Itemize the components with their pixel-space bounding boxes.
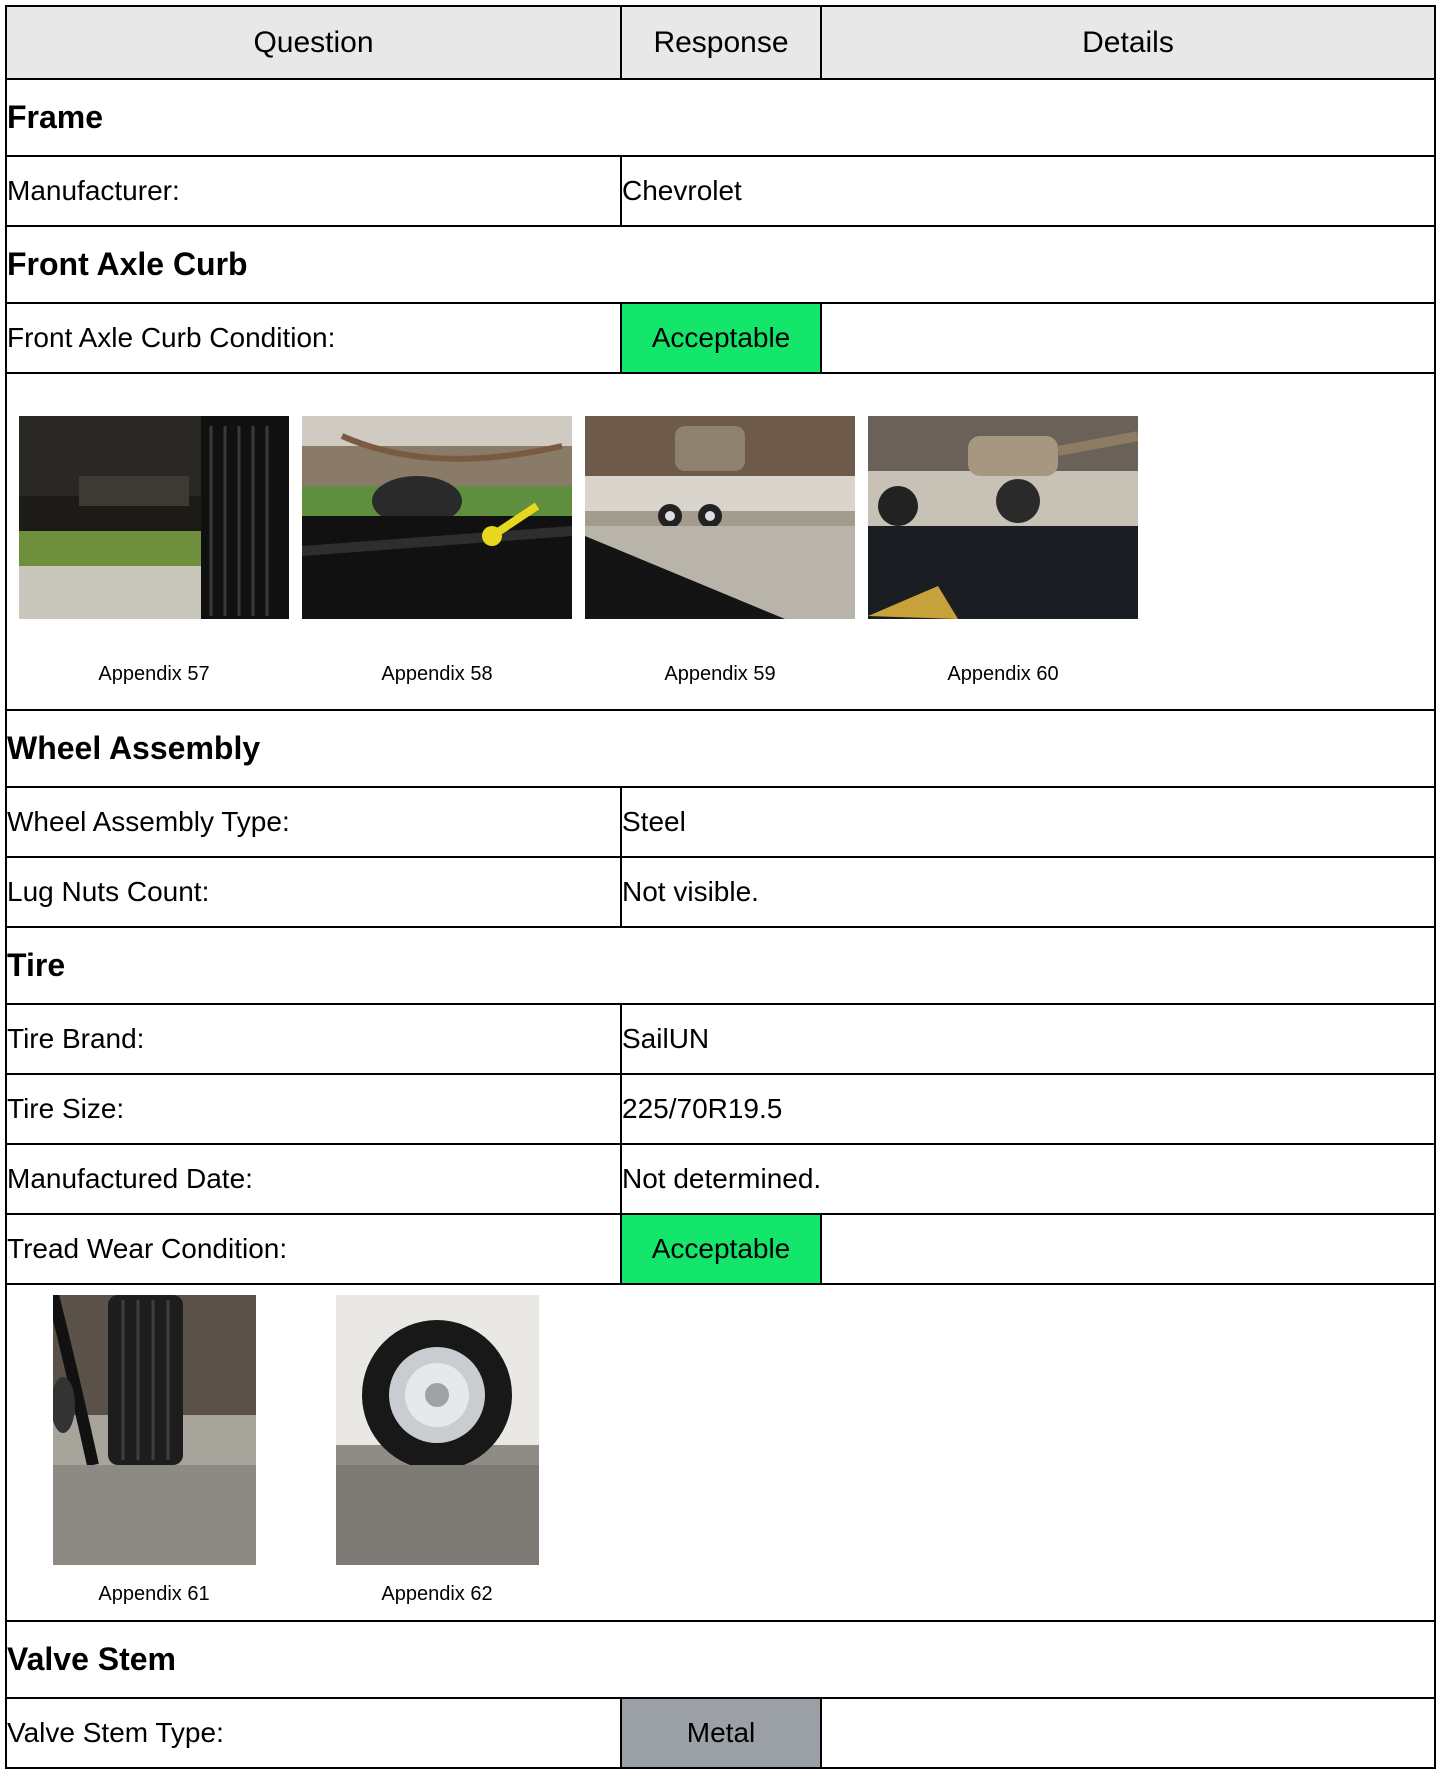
question-label: Front Axle Curb Condition: (5, 302, 622, 374)
answer-value: Not visible. (620, 856, 1436, 928)
status-badge: Acceptable (620, 302, 822, 374)
row-valve-type: Valve Stem Type: Metal (5, 1697, 1436, 1769)
section-title: Tire (5, 926, 1436, 1005)
status-badge: Metal (620, 1697, 822, 1769)
undercarriage-photo (585, 416, 855, 619)
row-manufacturer: Manufacturer: Chevrolet (5, 155, 1436, 227)
section-title: Frame (5, 78, 1436, 157)
details-cell (820, 302, 1436, 374)
question-label: Valve Stem Type: (5, 1697, 622, 1769)
question-label: Wheel Assembly Type: (5, 786, 622, 858)
photo-gallery: Appendix 61 Appendix 62 (5, 1283, 1436, 1622)
photo-caption: Appendix 61 (98, 1583, 210, 1605)
row-tire-brand: Tire Brand: SailUN (5, 1003, 1436, 1075)
row-lug-nuts: Lug Nuts Count: Not visible. (5, 856, 1436, 928)
row-front-axle-photos: Appendix 57 Appendix 58 Appendix 59 Appe… (5, 372, 1436, 711)
details-cell (820, 1697, 1436, 1769)
response-header: Response (620, 5, 822, 80)
row-tire-size: Tire Size: 225/70R19.5 (5, 1073, 1436, 1145)
question-label: Tire Size: (5, 1073, 622, 1145)
photo-caption: Appendix 58 (381, 663, 493, 685)
answer-value: Steel (620, 786, 1436, 858)
section-frame: Frame (5, 78, 1436, 157)
photo-caption: Appendix 57 (98, 663, 210, 685)
answer-value: SailUN (620, 1003, 1436, 1075)
details-cell (820, 1213, 1436, 1285)
status-badge: Acceptable (620, 1213, 822, 1285)
row-tread-wear: Tread Wear Condition: Acceptable (5, 1213, 1436, 1285)
undercarriage-photo (19, 416, 289, 619)
section-wheel-assembly: Wheel Assembly (5, 709, 1436, 788)
tire-photo (336, 1295, 539, 1565)
photo-caption: Appendix 59 (664, 663, 776, 685)
undercarriage-photo (302, 416, 572, 619)
section-tire: Tire (5, 926, 1436, 1005)
row-manufactured-date: Manufactured Date: Not determined. (5, 1143, 1436, 1215)
answer-value: 225/70R19.5 (620, 1073, 1436, 1145)
answer-value: Chevrolet (620, 155, 1436, 227)
section-title: Front Axle Curb (5, 225, 1436, 304)
question-header: Question (5, 5, 622, 80)
row-wheel-type: Wheel Assembly Type: Steel (5, 786, 1436, 858)
row-tire-photos: Appendix 61 Appendix 62 (5, 1283, 1436, 1622)
question-label: Manufactured Date: (5, 1143, 622, 1215)
inspection-table: Question Response Details Frame Manufact… (5, 5, 1436, 1769)
section-front-axle-curb: Front Axle Curb (5, 225, 1436, 304)
question-label: Tread Wear Condition: (5, 1213, 622, 1285)
section-title: Valve Stem (5, 1620, 1436, 1699)
question-label: Lug Nuts Count: (5, 856, 622, 928)
answer-value: Not determined. (620, 1143, 1436, 1215)
question-label: Tire Brand: (5, 1003, 622, 1075)
section-valve-stem: Valve Stem (5, 1620, 1436, 1699)
section-title: Wheel Assembly (5, 709, 1436, 788)
question-label: Manufacturer: (5, 155, 622, 227)
header-row: Question Response Details (5, 5, 1436, 80)
photo-caption: Appendix 60 (947, 663, 1059, 685)
photo-gallery: Appendix 57 Appendix 58 Appendix 59 Appe… (5, 372, 1436, 711)
details-header: Details (820, 5, 1436, 80)
photo-caption: Appendix 62 (381, 1583, 493, 1605)
undercarriage-photo (868, 416, 1138, 619)
row-front-axle-condition: Front Axle Curb Condition: Acceptable (5, 302, 1436, 374)
tire-photo (53, 1295, 256, 1565)
